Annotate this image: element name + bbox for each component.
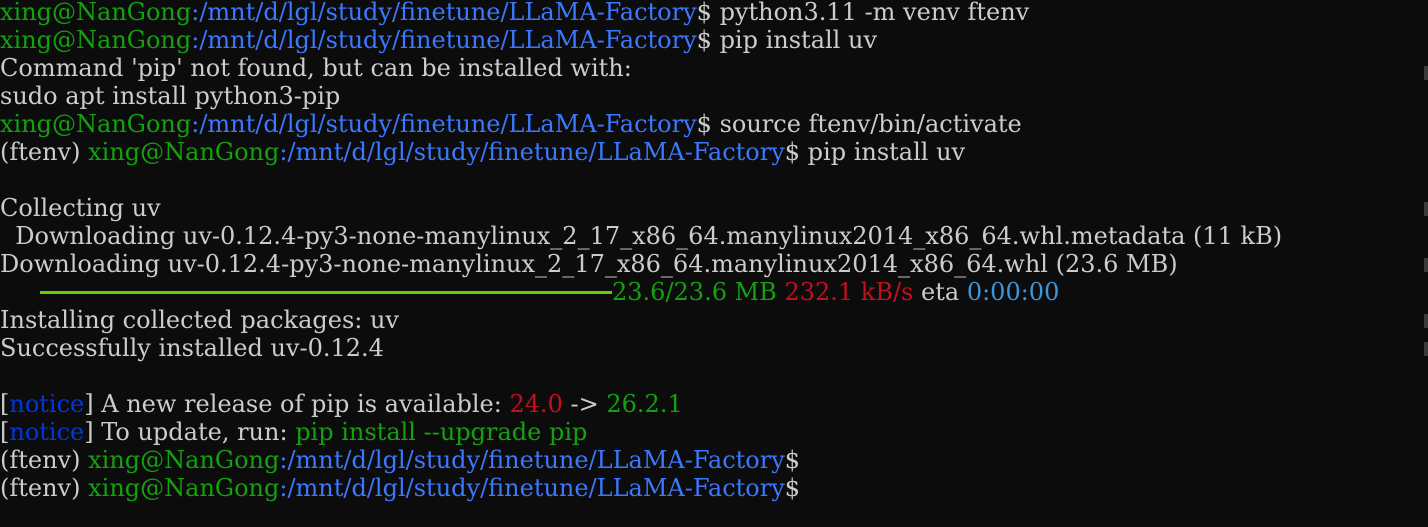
- prompt-symbol: $: [784, 474, 801, 502]
- command-text: source ftenv/bin/activate: [711, 110, 1022, 138]
- current-path: :/mnt/d/lgl/study/finetune/LLaMA-Factory: [279, 138, 785, 166]
- prompt-symbol: $: [696, 110, 712, 138]
- terminal-line-17: (ftenv) xing@NanGong:/mnt/d/lgl/study/fi…: [0, 446, 1418, 474]
- notice-open-bracket: [: [0, 390, 10, 418]
- old-version: 24.0: [509, 390, 563, 418]
- terminal-line-2: xing@NanGong:/mnt/d/lgl/study/finetune/L…: [0, 26, 1418, 54]
- current-path: :/mnt/d/lgl/study/finetune/LLaMA-Factory: [191, 0, 697, 26]
- output-text: sudo apt install python3-pip: [0, 82, 341, 110]
- user-host: xing@NanGong: [0, 0, 192, 26]
- user-host: xing@NanGong: [88, 446, 280, 474]
- notice-line-1: [notice] A new release of pip is availab…: [0, 390, 1418, 418]
- output-text: Installing collected packages: uv: [0, 306, 399, 334]
- terminal-line-18: (ftenv) xing@NanGong:/mnt/d/lgl/study/fi…: [0, 474, 1418, 502]
- right-edge-mark: [1424, 66, 1428, 80]
- command-text: pip install uv: [800, 138, 966, 166]
- prompt-symbol: $: [784, 446, 801, 474]
- user-host: xing@NanGong: [0, 110, 192, 138]
- right-edge-mark: [1424, 202, 1428, 216]
- terminal-output[interactable]: xing@NanGong:/mnt/d/lgl/study/finetune/L…: [0, 0, 1418, 527]
- terminal-line-10: Downloading uv-0.12.4-py3-none-manylinux…: [0, 250, 1418, 278]
- download-speed: 232.1 kB/s: [784, 278, 914, 306]
- notice-tag: notice: [9, 418, 85, 446]
- version-arrow: ->: [562, 390, 607, 418]
- output-text: Downloading uv-0.12.4-py3-none-manylinux…: [0, 222, 1283, 250]
- right-edge-mark: [1424, 258, 1428, 272]
- current-path: :/mnt/d/lgl/study/finetune/LLaMA-Factory: [191, 26, 697, 54]
- terminal-line-5: xing@NanGong:/mnt/d/lgl/study/finetune/L…: [0, 110, 1418, 138]
- terminal-line-1: xing@NanGong:/mnt/d/lgl/study/finetune/L…: [0, 0, 1418, 26]
- venv-label: (ftenv): [0, 138, 89, 166]
- terminal-line-6: (ftenv) xing@NanGong:/mnt/d/lgl/study/fi…: [0, 138, 1418, 166]
- venv-label: (ftenv): [0, 474, 89, 502]
- output-text: Collecting uv: [0, 194, 161, 222]
- new-version: 26.2.1: [606, 390, 683, 418]
- user-host: xing@NanGong: [0, 26, 192, 54]
- download-progress-bar: [40, 291, 612, 294]
- terminal-line-9: Downloading uv-0.12.4-py3-none-manylinux…: [0, 222, 1418, 250]
- download-size: 23.6/23.6 MB: [612, 278, 777, 306]
- progress-line: 23.6/23.6 MB 232.1 kB/s eta 0:00:00: [0, 278, 1418, 306]
- terminal-line-12: Installing collected packages: uv: [0, 306, 1418, 334]
- prompt-symbol: $: [696, 26, 712, 54]
- user-host: xing@NanGong: [88, 138, 280, 166]
- user-host: xing@NanGong: [88, 474, 280, 502]
- eta-value: 0:00:00: [966, 278, 1060, 306]
- output-text: Downloading uv-0.12.4-py3-none-manylinux…: [0, 250, 1178, 278]
- prompt-symbol: $: [784, 138, 801, 166]
- notice-close-bracket: ]: [84, 390, 94, 418]
- command-text: pip install uv: [711, 26, 877, 54]
- current-path: :/mnt/d/lgl/study/finetune/LLaMA-Factory: [191, 110, 697, 138]
- notice-message: A new release of pip is available:: [93, 390, 510, 418]
- right-edge-mark: [1424, 342, 1428, 356]
- prompt-symbol: $: [696, 0, 712, 26]
- terminal-line-4: sudo apt install python3-pip: [0, 82, 1418, 110]
- terminal-line-8: Collecting uv: [0, 194, 1418, 222]
- terminal-line-14: [0, 362, 1418, 390]
- update-command: pip install --upgrade pip: [295, 418, 588, 446]
- terminal-line-13: Successfully installed uv-0.12.4: [0, 334, 1418, 362]
- output-text: Successfully installed uv-0.12.4: [0, 334, 384, 362]
- right-edge-mark: [1424, 314, 1428, 328]
- terminal-line-7: [0, 166, 1418, 194]
- current-path: :/mnt/d/lgl/study/finetune/LLaMA-Factory: [279, 446, 785, 474]
- terminal-line-3: Command 'pip' not found, but can be inst…: [0, 54, 1418, 82]
- notice-message: To update, run:: [93, 418, 296, 446]
- notice-close-bracket: ]: [84, 418, 94, 446]
- notice-open-bracket: [: [0, 418, 10, 446]
- venv-label: (ftenv): [0, 446, 89, 474]
- command-text: python3.11 -m venv ftenv: [711, 0, 1030, 26]
- notice-tag: notice: [9, 390, 85, 418]
- eta-label: eta: [921, 278, 960, 306]
- current-path: :/mnt/d/lgl/study/finetune/LLaMA-Factory: [279, 474, 785, 502]
- output-text: Command 'pip' not found, but can be inst…: [0, 54, 632, 82]
- notice-line-2: [notice] To update, run: pip install --u…: [0, 418, 1418, 446]
